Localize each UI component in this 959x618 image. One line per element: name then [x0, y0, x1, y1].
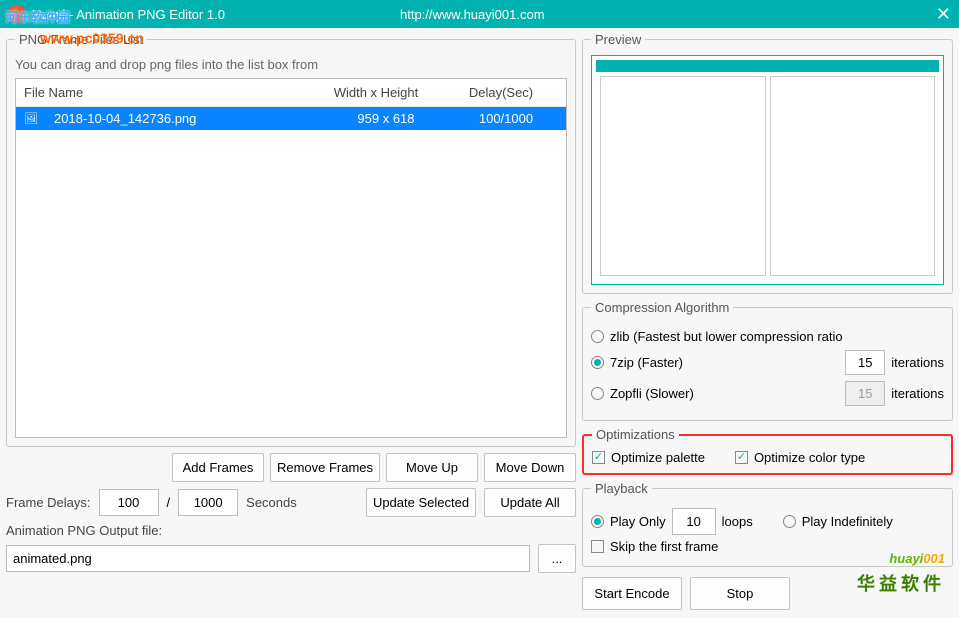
file-icon: 🖼 [16, 108, 46, 129]
loops-label: loops [722, 514, 753, 529]
frame-list-legend: PNG Frame Files List [15, 32, 147, 47]
iterations-label-1: iterations [891, 355, 944, 370]
seconds-label: Seconds [246, 495, 297, 510]
table-row[interactable]: 🖼 2018-10-04_142736.png 959 x 618 100/10… [16, 107, 566, 130]
delay-numerator-input[interactable] [99, 489, 159, 516]
optimize-palette-checkbox[interactable] [592, 451, 605, 464]
frame-listbox[interactable]: File Name Width x Height Delay(Sec) 🖼 20… [15, 78, 567, 438]
update-all-button[interactable]: Update All [484, 488, 576, 517]
output-file-label: Animation PNG Output file: [6, 523, 576, 538]
play-indefinitely-label: Play Indefinitely [802, 514, 893, 529]
preview-group: Preview [582, 32, 953, 294]
optimizations-group: Optimizations Optimize palette Optimize … [582, 427, 953, 475]
frame-list-group: PNG Frame Files List You can drag and dr… [6, 32, 576, 447]
loops-input[interactable] [672, 508, 716, 535]
list-header: File Name Width x Height Delay(Sec) [16, 79, 566, 107]
col-filename[interactable]: File Name [16, 79, 316, 106]
playback-legend: Playback [591, 481, 652, 496]
remove-frames-button[interactable]: Remove Frames [270, 453, 380, 482]
zopfli-iterations-input [845, 381, 885, 406]
move-up-button[interactable]: Move Up [386, 453, 478, 482]
iterations-label-2: iterations [891, 386, 944, 401]
7zip-label: 7zip (Faster) [610, 355, 683, 370]
7zip-radio[interactable] [591, 356, 604, 369]
slash-label: / [167, 495, 171, 510]
zlib-radio[interactable] [591, 330, 604, 343]
browse-button[interactable]: ... [538, 544, 576, 573]
zlib-label: zlib (Fastest but lower compression rati… [610, 329, 843, 344]
delay-denominator-input[interactable] [178, 489, 238, 516]
play-only-label: Play Only [610, 514, 666, 529]
skip-first-frame-label: Skip the first frame [610, 539, 718, 554]
add-frames-button[interactable]: Add Frames [172, 453, 264, 482]
move-down-button[interactable]: Move Down [484, 453, 576, 482]
optimizations-legend: Optimizations [592, 427, 679, 442]
close-icon[interactable]: ✕ [936, 4, 951, 25]
frame-delays-label: Frame Delays: [6, 495, 91, 510]
start-encode-button[interactable]: Start Encode [582, 577, 682, 610]
col-dimensions[interactable]: Width x Height [316, 79, 436, 106]
output-file-input[interactable] [6, 545, 530, 572]
row-dimensions: 959 x 618 [326, 107, 446, 130]
stop-button[interactable]: Stop [690, 577, 790, 610]
titlebar-url: http://www.huayi001.com [400, 7, 545, 22]
optimize-palette-label: Optimize palette [611, 450, 705, 465]
drag-hint: You can drag and drop png files into the… [15, 57, 567, 72]
window-title: Huayi - Animation PNG Editor 1.0 [32, 7, 225, 22]
optimize-colortype-label: Optimize color type [754, 450, 865, 465]
play-only-radio[interactable] [591, 515, 604, 528]
playback-group: Playback Play Only loops Play Indefinite… [582, 481, 953, 567]
preview-legend: Preview [591, 32, 645, 47]
compression-legend: Compression Algorithm [591, 300, 733, 315]
skip-first-frame-checkbox[interactable] [591, 540, 604, 553]
preview-image [591, 55, 944, 285]
zopfli-label: Zopfli (Slower) [610, 386, 694, 401]
play-indefinitely-radio[interactable] [783, 515, 796, 528]
7zip-iterations-input[interactable] [845, 350, 885, 375]
optimize-colortype-checkbox[interactable] [735, 451, 748, 464]
col-delay[interactable]: Delay(Sec) [436, 79, 566, 106]
update-selected-button[interactable]: Update Selected [366, 488, 476, 517]
row-delay: 100/1000 [446, 107, 566, 130]
zopfli-radio[interactable] [591, 387, 604, 400]
compression-group: Compression Algorithm zlib (Fastest but … [582, 300, 953, 421]
row-filename: 2018-10-04_142736.png [46, 107, 326, 130]
app-icon [8, 5, 26, 23]
